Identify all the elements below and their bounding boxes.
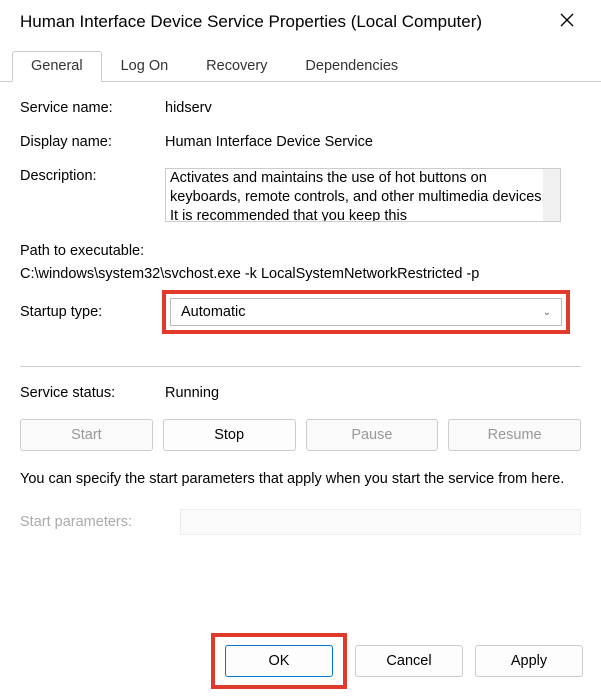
description-text: Activates and maintains the use of hot b…: [170, 170, 546, 222]
start-parameters-label: Start parameters:: [20, 514, 180, 530]
startup-type-value: Automatic: [181, 304, 245, 320]
service-name-value: hidserv: [165, 100, 581, 116]
close-icon: [560, 12, 574, 32]
chevron-down-icon: ⌄: [543, 307, 551, 318]
tab-dependencies[interactable]: Dependencies: [286, 51, 417, 82]
start-button: Start: [20, 419, 153, 451]
ok-highlight: OK: [215, 637, 343, 685]
titlebar: Human Interface Device Service Propertie…: [0, 0, 601, 44]
apply-button[interactable]: Apply: [475, 645, 583, 677]
tab-content: Service name: hidserv Display name: Huma…: [0, 82, 601, 535]
dialog-footer: OK Cancel Apply: [215, 637, 583, 685]
cancel-button[interactable]: Cancel: [355, 645, 463, 677]
description-scrollbar[interactable]: [543, 169, 560, 221]
description-box: Activates and maintains the use of hot b…: [165, 168, 561, 222]
service-properties-dialog: Human Interface Device Service Propertie…: [0, 0, 601, 697]
resume-button: Resume: [448, 419, 581, 451]
startup-type-label: Startup type:: [20, 304, 165, 320]
startup-type-dropdown[interactable]: Automatic ⌄: [170, 298, 562, 326]
service-status-label: Service status:: [20, 385, 165, 401]
display-name-label: Display name:: [20, 134, 165, 150]
parameters-note: You can specify the start parameters tha…: [20, 469, 581, 491]
pause-button: Pause: [306, 419, 439, 451]
path-label: Path to executable:: [20, 240, 581, 263]
display-name-value: Human Interface Device Service: [165, 134, 581, 150]
ok-button[interactable]: OK: [225, 645, 333, 677]
divider: [20, 366, 581, 367]
path-value: C:\windows\system32\svchost.exe -k Local…: [20, 263, 581, 286]
stop-button[interactable]: Stop: [163, 419, 296, 451]
service-status-value: Running: [165, 385, 581, 401]
close-button[interactable]: [547, 8, 587, 36]
tab-recovery[interactable]: Recovery: [187, 51, 286, 82]
service-control-buttons: Start Stop Pause Resume: [20, 419, 581, 451]
window-title: Human Interface Device Service Propertie…: [20, 12, 482, 32]
start-parameters-input: [180, 509, 581, 535]
tab-bar: General Log On Recovery Dependencies: [0, 50, 601, 82]
tab-log-on[interactable]: Log On: [102, 51, 188, 82]
description-label: Description:: [20, 168, 165, 222]
tab-general[interactable]: General: [12, 51, 102, 82]
service-name-label: Service name:: [20, 100, 165, 116]
